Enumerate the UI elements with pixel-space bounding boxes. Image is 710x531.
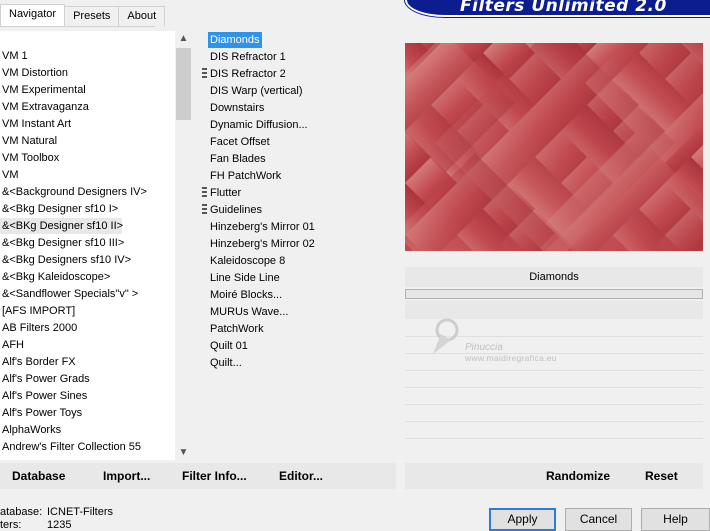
filter-item[interactable]: MURUs Wave... — [208, 304, 290, 320]
left-button-bar: Database Import... Filter Info... Editor… — [0, 463, 396, 489]
filter-item[interactable]: Fan Blades — [208, 151, 268, 167]
category-list[interactable]: VM 1 VM Distortion VM Experimental VM Extra… — [0, 31, 175, 460]
scroll-up-icon[interactable]: ▲ — [178, 33, 189, 44]
database-status-value: ICNET-Filters — [47, 506, 113, 518]
category-item[interactable]: AlphaWorks — [0, 422, 175, 438]
right-button-bar: Randomize Reset — [405, 463, 703, 489]
category-item[interactable]: &<Bkg Designer sf10 III> — [0, 235, 175, 251]
category-item[interactable]: VM Experimental — [0, 82, 175, 98]
category-item[interactable]: &<Background Designers IV> — [0, 184, 175, 200]
effect-name-label: Diamonds — [405, 267, 703, 287]
category-item[interactable]: &<Sandflower Specials"v" > — [0, 286, 175, 302]
grip-handle-icon — [202, 187, 207, 198]
category-item[interactable]: VM Toolbox — [0, 150, 175, 166]
filter-item[interactable]: Quilt 01 — [208, 338, 250, 354]
filters-count-label: ters: — [0, 519, 22, 531]
category-item[interactable]: Alf's Power Toys — [0, 405, 175, 421]
filter-item[interactable]: Hinzeberg's Mirror 01 — [208, 219, 317, 235]
filters-count-value: 1235 — [47, 519, 72, 531]
filter-info-button[interactable]: Filter Info... — [182, 463, 247, 489]
watermark-logo-icon — [433, 318, 459, 354]
parameter-row-divider — [405, 438, 703, 439]
database-status-label: atabase: — [0, 506, 43, 518]
import-button[interactable]: Import... — [103, 463, 150, 489]
category-item[interactable]: Alf's Power Sines — [0, 388, 175, 404]
category-item[interactable]: Alf's Border FX — [0, 354, 175, 370]
parameter-row-divider — [405, 421, 703, 422]
category-item[interactable]: AB Filters 2000 — [0, 320, 175, 336]
parameter-row-divider — [405, 404, 703, 405]
scroll-thumb[interactable] — [176, 48, 191, 120]
grip-handle-icon — [202, 68, 207, 79]
category-item[interactable]: &<Bkg Designers sf10 IV> — [0, 252, 175, 268]
tab-divider — [0, 26, 155, 27]
parameter-row-divider — [405, 370, 703, 371]
filter-item[interactable]: Diamonds — [208, 32, 262, 48]
watermark-name: Pinuccia — [465, 342, 503, 353]
filter-item[interactable]: PatchWork — [208, 321, 266, 337]
category-item[interactable]: &<Bkg Designer sf10 I> — [0, 201, 175, 217]
watermark: Pinuccia www.maidiregrafica.eu — [425, 316, 595, 368]
grip-handle-icon — [202, 204, 207, 215]
filter-item[interactable]: DIS Warp (vertical) — [208, 83, 305, 99]
filter-item[interactable]: Hinzeberg's Mirror 02 — [208, 236, 317, 252]
category-item[interactable]: VM Extravaganza — [0, 99, 175, 115]
category-item[interactable]: &<BKg Designer sf10 II> — [0, 218, 123, 234]
filter-list[interactable]: Diamonds DIS Refractor 1 DIS Refractor 2 DI… — [200, 31, 395, 460]
filter-item[interactable]: Facet Offset — [208, 134, 272, 150]
apply-button[interactable]: Apply — [489, 508, 556, 531]
filter-item[interactable]: Quilt... — [208, 355, 244, 371]
filter-item[interactable]: DIS Refractor 2 — [208, 66, 288, 82]
category-item[interactable]: VM — [0, 167, 175, 183]
randomize-button[interactable]: Randomize — [546, 463, 610, 489]
filter-item[interactable]: Moiré Blocks... — [208, 287, 284, 303]
filter-item[interactable]: Kaleidoscope 8 — [208, 253, 287, 269]
tab-presets[interactable]: Presets — [64, 6, 120, 26]
category-item[interactable]: VM Distortion — [0, 65, 175, 81]
category-item[interactable]: VM Instant Art — [0, 116, 175, 132]
tab-about[interactable]: About — [118, 6, 166, 26]
category-item[interactable]: Andrew's Filter Collection 55 — [0, 439, 175, 455]
category-item[interactable]: &<Bkg Kaleidoscope> — [0, 269, 175, 285]
filter-item[interactable]: FH PatchWork — [208, 168, 283, 184]
scroll-down-icon[interactable]: ▼ — [178, 447, 189, 458]
category-item-partial — [2, 456, 152, 460]
category-item[interactable]: [AFS IMPORT] — [0, 303, 175, 319]
filter-item[interactable]: DIS Refractor 1 — [208, 49, 288, 65]
cancel-button[interactable]: Cancel — [565, 508, 632, 531]
tab-strip: Navigator Presets About — [0, 4, 166, 26]
category-item[interactable]: VM Natural — [0, 133, 175, 149]
banner-title: Filters Unlimited 2.0 — [460, 0, 667, 16]
filter-item[interactable]: Dynamic Diffusion... — [208, 117, 310, 133]
database-button[interactable]: Database — [12, 463, 65, 489]
title-banner: Filters Unlimited 2.0 — [405, 0, 710, 17]
filter-item[interactable]: Line Side Line — [208, 270, 282, 286]
watermark-url: www.maidiregrafica.eu — [465, 353, 557, 363]
effect-preview — [405, 43, 703, 251]
editor-button[interactable]: Editor... — [279, 463, 323, 489]
tab-navigator[interactable]: Navigator — [0, 4, 66, 26]
category-scrollbar[interactable]: ▲ ▼ — [175, 31, 192, 460]
diamonds-preview-image — [405, 43, 703, 251]
reset-button[interactable]: Reset — [645, 463, 678, 489]
parameter-bar — [405, 289, 703, 299]
filter-item[interactable]: Guidelines — [208, 202, 264, 218]
help-button[interactable]: Help — [641, 508, 710, 531]
category-item[interactable]: AFH — [0, 337, 175, 353]
filter-item[interactable]: Downstairs — [208, 100, 266, 116]
parameter-row-divider — [405, 387, 703, 388]
category-item[interactable]: Alf's Power Grads — [0, 371, 175, 387]
category-item[interactable]: VM 1 — [0, 48, 175, 64]
filter-item[interactable]: Flutter — [208, 185, 243, 201]
